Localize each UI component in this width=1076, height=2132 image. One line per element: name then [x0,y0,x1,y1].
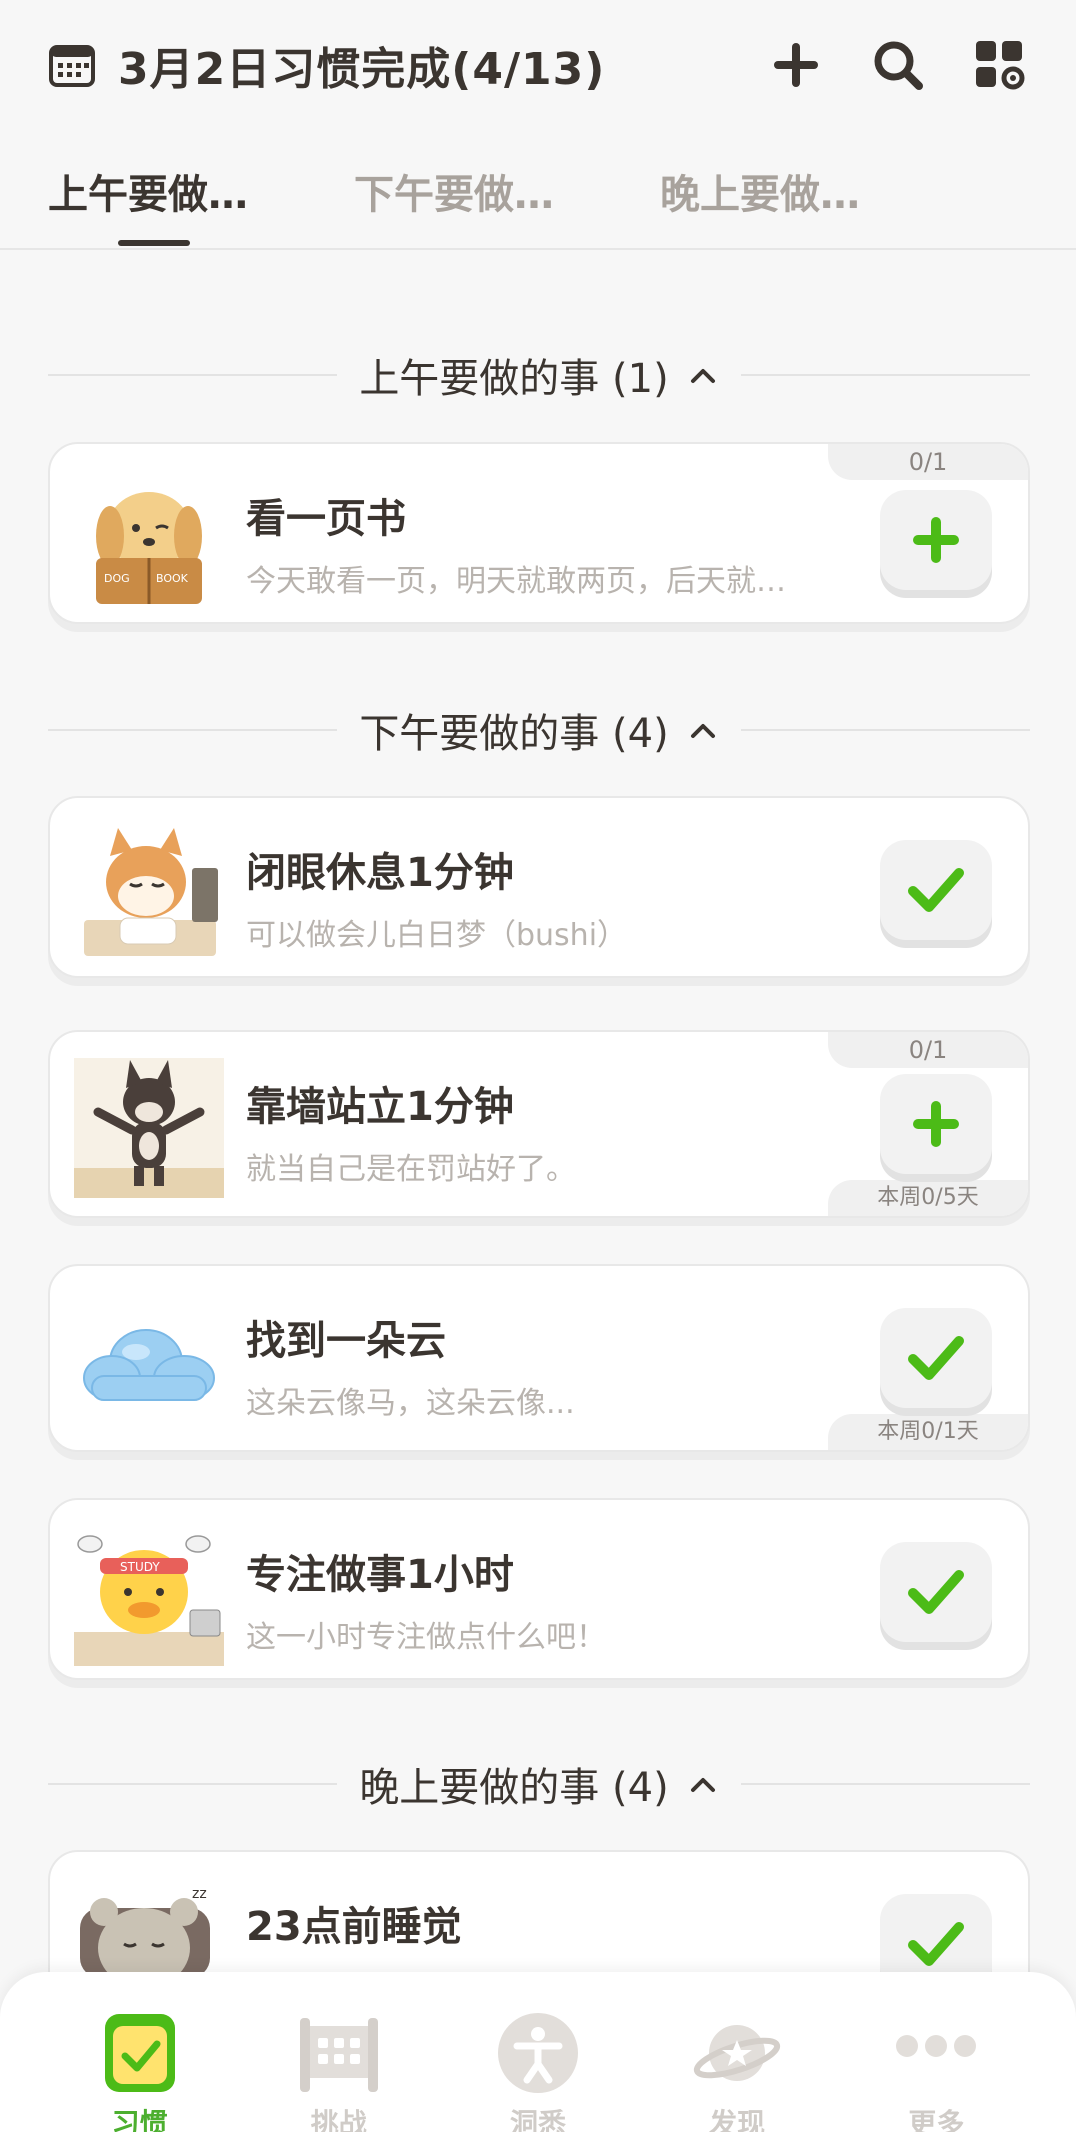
shiba-resting-image [84,828,218,956]
plus-icon [913,1101,959,1147]
insight-person-icon [497,2013,578,2093]
habit-title: 23点前睡觉 [246,1904,462,1950]
dog-reading-book-image: DOG BOOK [96,492,202,604]
habit-title: 靠墙站立1分钟 [246,1084,514,1130]
cloud-image [83,1329,215,1401]
chevron-up-icon[interactable] [687,714,719,746]
section-header-evening[interactable]: 晚上要做的事 (4) [48,1754,1030,1814]
habit-description: 今天敢看一页，明天就敢两页，后天就… [246,564,786,599]
nav-habit[interactable]: 习惯 [70,2008,210,2132]
svg-text:STUDY: STUDY [120,1560,160,1574]
nav-label: 挑战 [310,2107,367,2132]
habit-title: 看一页书 [246,496,406,542]
divider [740,374,1030,376]
period-tabs: 上午要做… 下午要做… 晚上要做… [0,150,1076,250]
habit-description: 就当自己是在罚站好了。 [246,1152,576,1187]
divider [48,374,338,376]
check-icon [908,868,964,912]
habit-description: 这一小时专注做点什么吧！ [246,1620,606,1655]
planet-discover-icon [694,2025,781,2081]
calendar-icon[interactable] [48,41,96,89]
search-icon [874,41,923,90]
divider [48,729,338,731]
progress-tag: 0/1 [828,444,1028,480]
tab-morning[interactable]: 上午要做… [48,150,354,248]
habit-card[interactable]: 闭眼休息1分钟 可以做会儿白日梦（bushi） [48,796,1030,978]
nav-label: 更多 [908,2107,965,2132]
habit-check-icon [104,2014,175,2092]
habit-title: 找到一朵云 [246,1318,446,1364]
habit-card[interactable]: 0/1 DOG BOOK 看一页书 今天敢看一页，明天就敢两页，后天就… [48,442,1030,624]
divider [740,729,1030,731]
check-button[interactable] [880,1542,992,1642]
more-dots-icon [896,2035,977,2057]
divider [740,1783,1030,1785]
check-button[interactable] [880,840,992,940]
habit-description: 可以做会儿白日梦（bushi） [246,918,628,953]
check-button[interactable] [880,1308,992,1408]
check-icon [908,1336,964,1380]
plus-icon [913,517,959,563]
habit-card[interactable]: STUDY 专注做事1小时 这一小时专注做点什么吧！ [48,1498,1030,1680]
habit-title: 专注做事1小时 [246,1552,514,1598]
duck-studying-image: STUDY [74,1535,224,1666]
section-title: 上午要做的事 (1) [359,356,669,402]
section-header-morning[interactable]: 上午要做的事 (1) [48,345,1030,405]
divider [48,1783,338,1785]
check-icon [908,1570,964,1614]
svg-text:BOOK: BOOK [156,572,189,585]
nav-challenge[interactable]: 挑战 [269,2008,409,2132]
wolf-standing-image [74,1058,224,1198]
nav-discover[interactable]: 发现 [667,2008,807,2132]
section-header-afternoon[interactable]: 下午要做的事 (4) [48,700,1030,760]
add-progress-button[interactable] [880,490,992,590]
check-icon [908,1922,964,1966]
nav-label: 习惯 [111,2107,168,2132]
nav-label: 发现 [709,2107,766,2132]
plus-icon [774,43,818,87]
section-title: 晚上要做的事 (4) [359,1765,669,1811]
bottom-navigation: 习惯 挑战 洞悉 发现 更多 [0,1972,1076,2132]
section-title: 下午要做的事 (4) [359,711,669,757]
chevron-up-icon[interactable] [687,1768,719,1800]
nav-label: 洞悉 [509,2107,566,2132]
svg-text:DOG: DOG [104,572,130,585]
habit-description: 这朵云像马，这朵云像... [246,1386,575,1421]
app-header: 3月2日习惯完成(4/13) [0,0,1076,130]
add-progress-button[interactable] [880,1074,992,1174]
habit-card[interactable]: 本周0/1天 找到一朵云 这朵云像马，这朵云像... [48,1264,1030,1452]
add-habit-button[interactable] [768,37,824,93]
page-title: 3月2日习惯完成(4/13) [118,44,606,95]
tab-evening[interactable]: 晚上要做… [660,150,966,248]
tab-afternoon[interactable]: 下午要做… [354,150,660,248]
progress-tag: 0/1 [828,1032,1028,1068]
habit-title: 闭眼休息1分钟 [246,850,514,896]
nav-insight[interactable]: 洞悉 [468,2008,608,2132]
habit-card[interactable]: 0/1 本周0/5天 靠墙站立1分钟 就当自己是在罚站好了。 [48,1030,1030,1218]
search-button[interactable] [870,37,926,93]
grid-settings-button[interactable] [972,37,1028,93]
nav-more[interactable]: 更多 [866,2008,1006,2132]
chevron-up-icon[interactable] [687,359,719,391]
challenge-icon [299,2018,378,2092]
svg-text:zz: zz [192,1886,207,1902]
grid-settings-icon [976,41,1025,90]
